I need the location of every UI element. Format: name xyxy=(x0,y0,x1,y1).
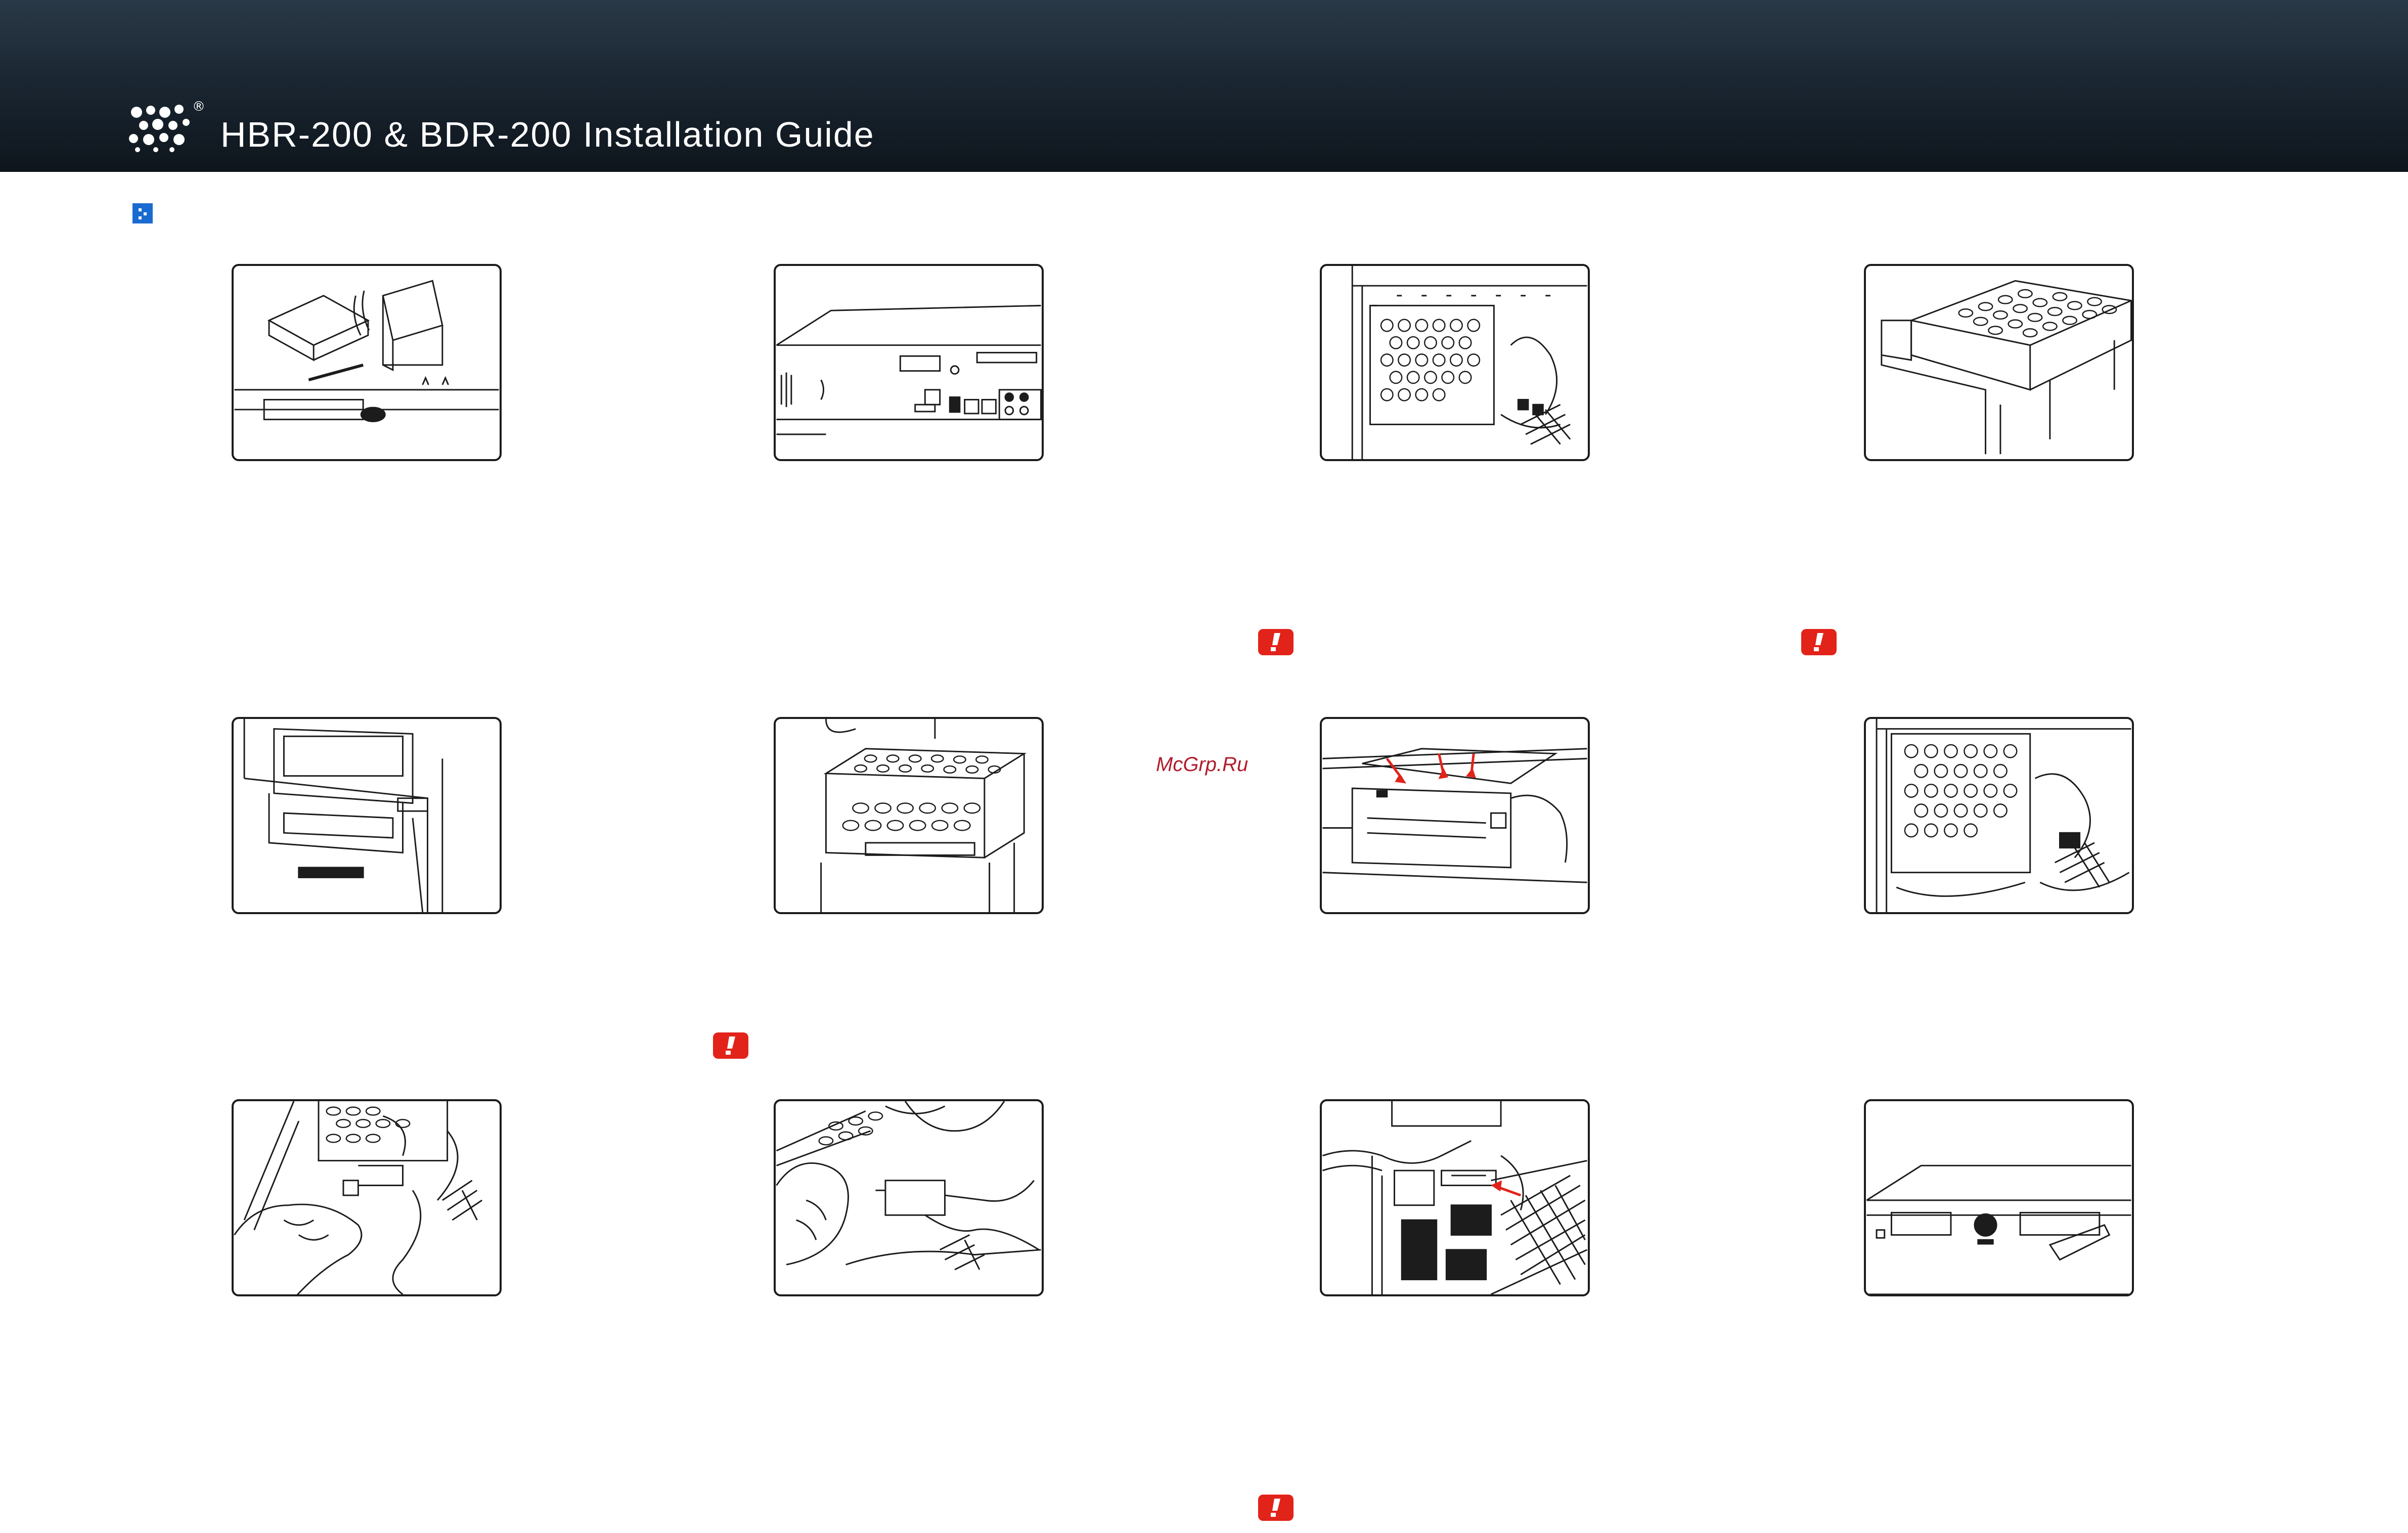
installed-bay-illustration xyxy=(1864,717,2134,914)
watermark-text: McGrp.Ru xyxy=(1156,753,1248,776)
registered-mark: ® xyxy=(192,99,205,114)
bracket-insert-illustration xyxy=(774,717,1044,914)
connect-sata-hand-illustration xyxy=(232,1099,502,1296)
exclamation-warning-icon xyxy=(713,1032,748,1059)
exclamation-warning-icon xyxy=(1258,1495,1294,1521)
connect-power-hand-illustration xyxy=(774,1099,1044,1296)
section-marker-icon xyxy=(132,203,153,223)
exclamation-warning-icon xyxy=(1258,629,1294,655)
drive-bracket-illustration xyxy=(1864,264,2134,461)
exclamation-warning-icon xyxy=(1801,629,1837,655)
mount-screws-illustration xyxy=(1320,717,1590,914)
front-bezel-illustration xyxy=(1864,1099,2134,1296)
page-title: HBR-200 & BDR-200 Installation Guide xyxy=(220,115,875,154)
motherboard-sata-illustration xyxy=(1320,1099,1590,1296)
open-case-bay-illustration xyxy=(1320,264,1590,461)
header-banner: ® HBR-200 & BDR-200 Installation Guide xyxy=(0,0,2408,172)
bubble-logo-icon xyxy=(129,105,190,152)
drive-slide-in-illustration xyxy=(232,717,502,914)
kit-contents-illustration xyxy=(232,264,502,461)
rear-panel-illustration xyxy=(774,264,1044,461)
